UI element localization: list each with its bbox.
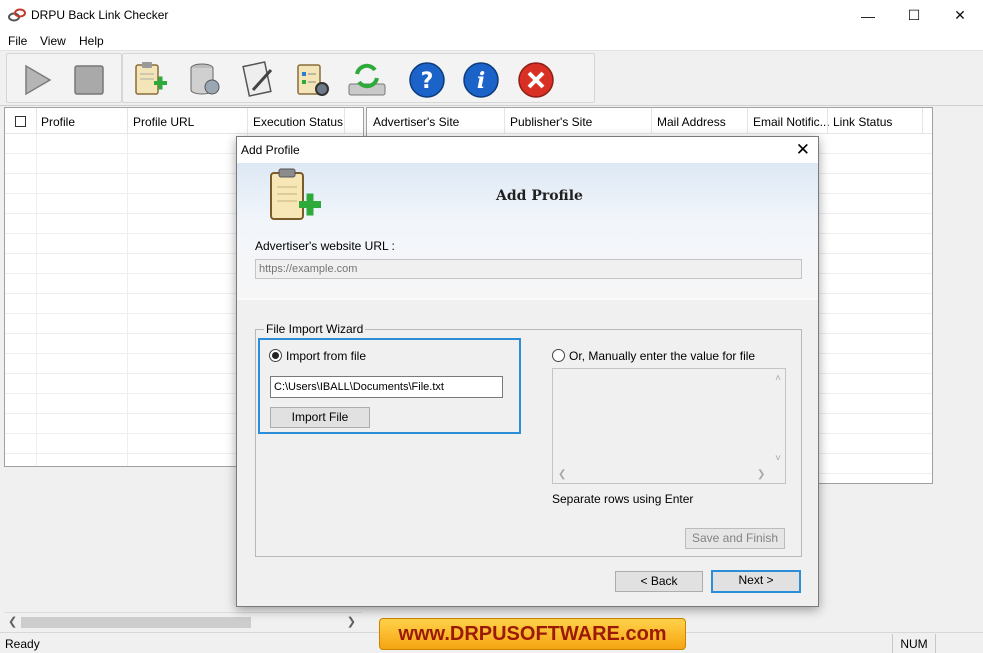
col-profile-url[interactable]: Profile URL bbox=[133, 115, 194, 129]
menu-file[interactable]: File bbox=[8, 34, 27, 48]
window-title: DRPU Back Link Checker bbox=[31, 8, 169, 22]
settings-button[interactable] bbox=[291, 59, 335, 101]
stop-button[interactable] bbox=[67, 59, 111, 101]
title-bar: DRPU Back Link Checker — ☐ ✕ bbox=[0, 0, 983, 31]
add-profile-icon bbox=[270, 168, 321, 220]
col-advertisers-site[interactable]: Advertiser's Site bbox=[373, 115, 459, 129]
scroll-right-icon[interactable]: ❯ bbox=[347, 615, 356, 628]
report-icon bbox=[242, 61, 273, 97]
advertiser-url-label: Advertiser's website URL : bbox=[255, 239, 395, 253]
help-icon: ? bbox=[409, 62, 445, 98]
scroll-left-icon[interactable]: ❮ bbox=[558, 469, 566, 480]
add-profile-button[interactable] bbox=[129, 59, 173, 101]
report-button[interactable] bbox=[237, 59, 281, 101]
manual-values-textarea[interactable]: ˄ ˅ ❮ ❯ bbox=[552, 368, 786, 484]
link-results-grid-header: Advertiser's Site Publisher's Site Mail … bbox=[367, 108, 932, 134]
col-execution-status[interactable]: Execution Status bbox=[253, 115, 343, 129]
exit-icon bbox=[518, 62, 554, 98]
svg-text:i: i bbox=[477, 68, 485, 94]
exit-button[interactable] bbox=[514, 59, 558, 101]
save-and-finish-button[interactable]: Save and Finish bbox=[685, 528, 785, 549]
stop-icon bbox=[74, 65, 104, 95]
start-icon bbox=[25, 64, 52, 96]
manual-entry-radio[interactable] bbox=[552, 349, 565, 362]
status-text: Ready bbox=[5, 637, 40, 651]
website-banner: www.DRPUSOFTWARE.com bbox=[379, 618, 686, 650]
minimize-button[interactable]: — bbox=[845, 0, 891, 31]
start-button[interactable] bbox=[15, 59, 59, 101]
svg-text:?: ? bbox=[421, 69, 434, 94]
toolbar: ? i bbox=[0, 51, 983, 106]
separate-rows-hint: Separate rows using Enter bbox=[552, 492, 694, 506]
scroll-up-icon[interactable]: ˄ bbox=[775, 373, 781, 384]
menu-view[interactable]: View bbox=[40, 34, 66, 48]
import-from-file-label[interactable]: Import from file bbox=[286, 349, 366, 363]
file-import-wizard-title: File Import Wizard bbox=[264, 322, 366, 336]
import-file-button[interactable]: Import File bbox=[270, 407, 370, 428]
num-lock-indicator: NUM bbox=[892, 634, 936, 653]
settings-icon bbox=[297, 64, 329, 96]
dialog-title: Add Profile bbox=[241, 143, 300, 157]
select-all-checkbox[interactable] bbox=[15, 116, 26, 127]
dialog-heading: Add Profile bbox=[496, 188, 583, 204]
col-mail-address[interactable]: Mail Address bbox=[657, 115, 726, 129]
toolbar-group-run bbox=[6, 53, 122, 103]
dialog-title-bar: Add Profile ✕ bbox=[237, 137, 818, 163]
scrollbar-thumb[interactable] bbox=[21, 617, 251, 628]
file-path-input[interactable] bbox=[270, 376, 503, 398]
menu-help[interactable]: Help bbox=[79, 34, 104, 48]
maximize-button[interactable]: ☐ bbox=[891, 0, 937, 31]
col-profile[interactable]: Profile bbox=[41, 115, 75, 129]
file-import-wizard-group: File Import Wizard Import from file Impo… bbox=[255, 322, 802, 557]
col-link-status[interactable]: Link Status bbox=[833, 115, 892, 129]
toolbar-group-tools: ? i bbox=[122, 53, 595, 103]
scroll-down-icon[interactable]: ˅ bbox=[775, 453, 781, 464]
manual-entry-label[interactable]: Or, Manually enter the value for file bbox=[569, 349, 755, 363]
database-button[interactable] bbox=[183, 59, 227, 101]
add-profile-icon bbox=[135, 62, 167, 95]
advertiser-url-input[interactable] bbox=[255, 259, 802, 279]
database-icon bbox=[190, 63, 220, 95]
import-from-file-radio[interactable] bbox=[269, 349, 282, 362]
about-button[interactable]: i bbox=[459, 59, 503, 101]
scroll-left-icon[interactable]: ❮ bbox=[8, 615, 17, 628]
profile-grid-header: Profile Profile URL Execution Status bbox=[5, 108, 363, 134]
app-logo-icon bbox=[8, 8, 26, 22]
col-email-notification[interactable]: Email Notific... bbox=[753, 115, 830, 129]
import-from-file-section: Import from file Import File bbox=[258, 338, 521, 434]
scroll-right-icon[interactable]: ❯ bbox=[757, 469, 765, 480]
back-button[interactable]: < Back bbox=[615, 571, 703, 592]
close-window-button[interactable]: ✕ bbox=[937, 0, 983, 31]
menu-bar: File View Help bbox=[0, 31, 983, 51]
dialog-close-button[interactable]: ✕ bbox=[796, 140, 810, 160]
about-icon: i bbox=[463, 62, 499, 98]
horizontal-scrollbar[interactable]: ❮ ❯ bbox=[4, 612, 362, 631]
col-publishers-site[interactable]: Publisher's Site bbox=[510, 115, 592, 129]
dialog-header: Add Profile Advertiser's website URL : bbox=[237, 163, 818, 299]
update-icon bbox=[348, 63, 386, 96]
update-button[interactable] bbox=[345, 59, 389, 101]
next-button[interactable]: Next > bbox=[711, 570, 801, 593]
help-button[interactable]: ? bbox=[405, 59, 449, 101]
add-profile-dialog: Add Profile ✕ Add Profile Advertiser's w… bbox=[236, 136, 819, 607]
